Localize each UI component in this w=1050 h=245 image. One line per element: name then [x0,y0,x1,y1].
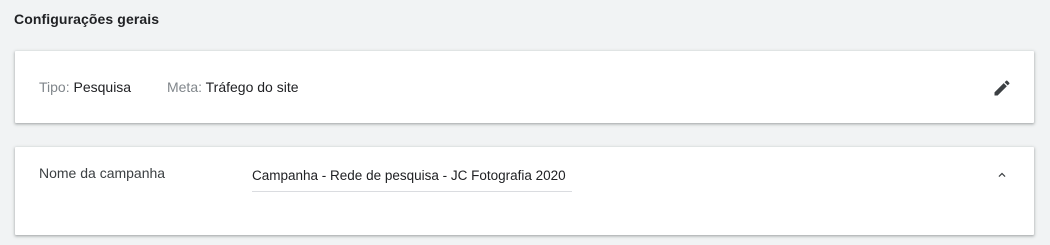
campaign-name-label: Nome da campanha [39,165,166,181]
campaign-name-value[interactable]: Campanha - Rede de pesquisa - JC Fotogra… [252,168,566,183]
campaign-type-label: Tipo: [39,79,70,95]
collapse-button[interactable] [992,165,1012,185]
edit-button[interactable] [990,76,1014,100]
campaign-goal-label: Meta: [166,79,202,95]
campaign-name-card: Nome da campanha Campanha - Rede de pesq… [15,147,1034,235]
campaign-summary-card[interactable]: Tipo: Pesquisa Meta: Tráfego do site [15,51,1034,123]
campaign-type-value: Pesquisa [73,79,132,95]
campaign-type: Tipo: Pesquisa [39,79,131,95]
summary-row: Tipo: Pesquisa Meta: Tráfego do site [39,79,299,95]
campaign-goal: Meta: Tráfego do site [167,79,299,95]
section-title: Configurações gerais [14,11,160,27]
pencil-icon [994,80,1010,96]
chevron-up-icon [998,172,1006,177]
campaign-name-field[interactable]: Campanha - Rede de pesquisa - JC Fotogra… [252,160,572,192]
campaign-goal-value: Tráfego do site [205,79,299,95]
